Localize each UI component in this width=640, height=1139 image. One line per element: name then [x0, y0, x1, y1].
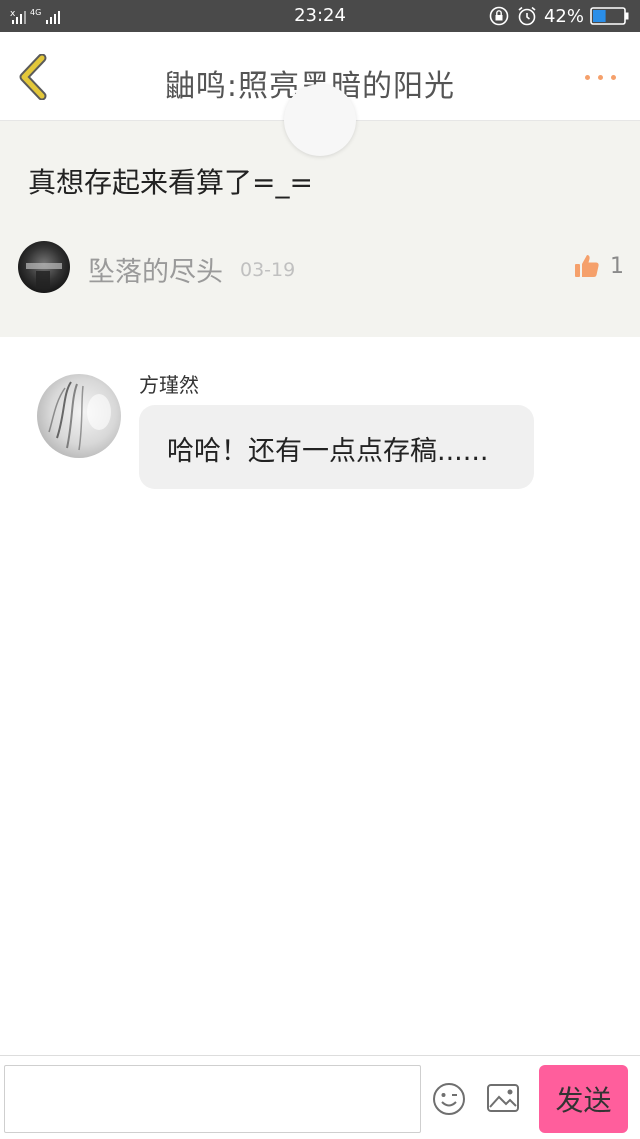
status-bar: x 4G 23:24 42%: [0, 0, 640, 32]
like-count: 1: [610, 253, 624, 279]
back-arrow-icon[interactable]: [14, 54, 54, 100]
reply-author-name[interactable]: 方瑾然: [139, 369, 199, 398]
reply-input-bar: 发送: [0, 1055, 640, 1139]
post-date: 03-19: [240, 259, 296, 281]
post-author-name[interactable]: 坠落的尽头: [88, 250, 223, 289]
reply-text: 哈哈！还有一点点存稿......: [167, 436, 489, 467]
dot: [584, 74, 590, 80]
reply-input[interactable]: [4, 1065, 421, 1133]
like-button[interactable]: 1: [574, 253, 624, 279]
image-icon[interactable]: [486, 1082, 520, 1114]
emoji-icon[interactable]: [432, 1082, 466, 1116]
reply-author-avatar[interactable]: [37, 374, 121, 458]
dot: [610, 74, 616, 80]
lock-rotation-icon: [489, 6, 509, 26]
avatar-image: [48, 381, 111, 451]
more-options-icon[interactable]: [580, 70, 620, 84]
dot: [597, 74, 603, 80]
battery-percent: 42%: [543, 5, 584, 27]
post-author-avatar[interactable]: [18, 241, 70, 293]
reply-bubble: 哈哈！还有一点点存稿......: [139, 405, 534, 489]
avatar-image: [26, 263, 62, 289]
floating-action-button[interactable]: [284, 84, 356, 156]
status-right: 42%: [488, 4, 630, 28]
battery-icon: [590, 7, 629, 25]
alarm-icon: [518, 6, 536, 26]
post-text: 真想存起来看算了=_=: [28, 166, 313, 199]
thumbs-up-icon: [575, 255, 599, 277]
send-button[interactable]: 发送: [539, 1065, 628, 1133]
